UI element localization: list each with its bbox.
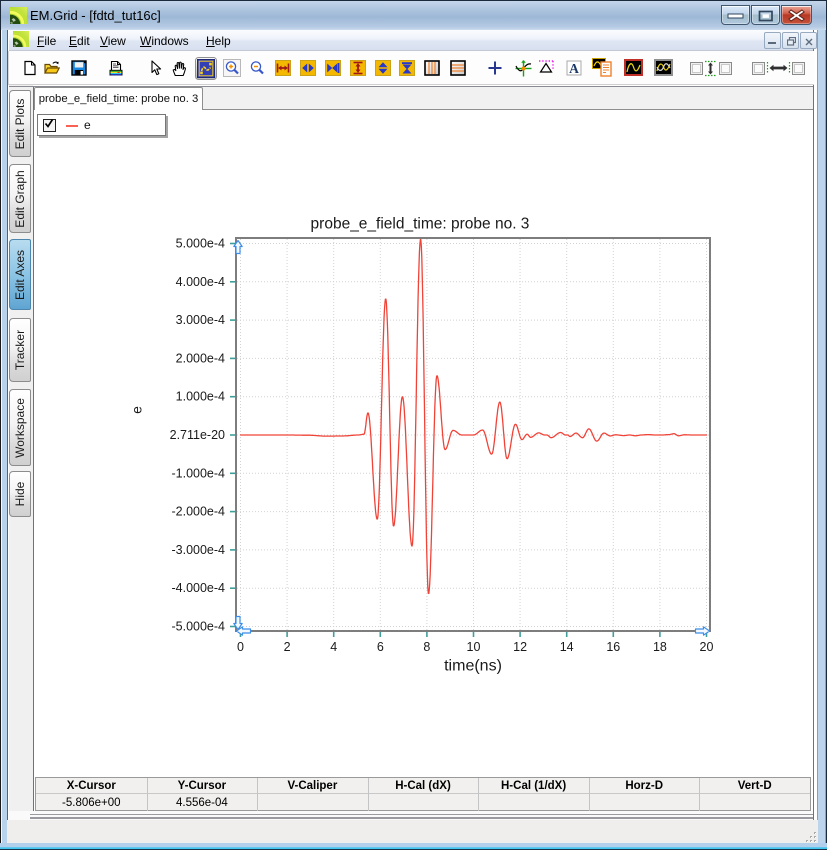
svg-text:2.711e-20: 2.711e-20 — [170, 428, 225, 442]
svg-text:4: 4 — [330, 640, 337, 654]
svg-text:time(ns): time(ns) — [444, 658, 502, 675]
svg-text:12: 12 — [513, 640, 527, 654]
svg-text:3.000e-4: 3.000e-4 — [176, 313, 225, 327]
svg-text:5.000e-4: 5.000e-4 — [176, 237, 225, 251]
svg-text:-4.000e-4: -4.000e-4 — [171, 581, 225, 595]
svg-text:-5.000e-4: -5.000e-4 — [171, 620, 225, 634]
svg-text:2.000e-4: 2.000e-4 — [176, 351, 225, 365]
svg-text:2: 2 — [284, 640, 291, 654]
svg-text:18: 18 — [653, 640, 667, 654]
svg-text:14: 14 — [560, 640, 574, 654]
svg-text:1.000e-4: 1.000e-4 — [176, 390, 225, 404]
svg-text:e: e — [129, 406, 145, 414]
svg-text:6: 6 — [377, 640, 384, 654]
svg-text:20: 20 — [700, 640, 714, 654]
svg-text:-3.000e-4: -3.000e-4 — [171, 543, 225, 557]
svg-text:0: 0 — [237, 640, 244, 654]
svg-text:4.000e-4: 4.000e-4 — [176, 275, 225, 289]
svg-text:8: 8 — [423, 640, 430, 654]
svg-text:16: 16 — [606, 640, 620, 654]
svg-text:-2.000e-4: -2.000e-4 — [171, 505, 225, 519]
svg-text:-1.000e-4: -1.000e-4 — [171, 466, 225, 480]
svg-text:probe_e_field_time: probe no.: probe_e_field_time: probe no. 3 — [311, 216, 530, 233]
svg-text:10: 10 — [467, 640, 481, 654]
